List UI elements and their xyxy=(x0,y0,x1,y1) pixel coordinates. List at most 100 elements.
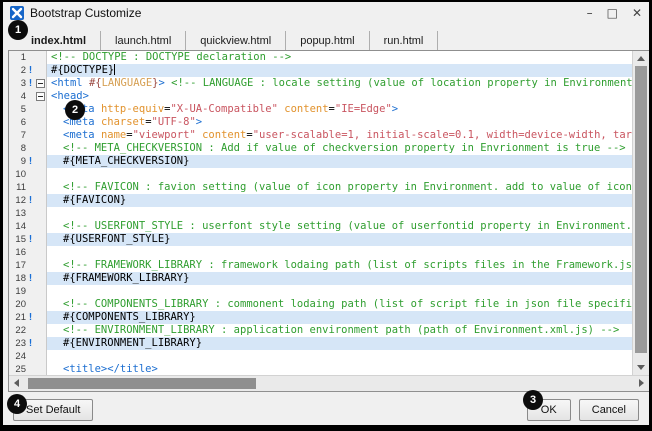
code-token: #{ENVIRONMENT_LIBRARY} xyxy=(63,337,202,349)
vertical-scroll-thumb[interactable] xyxy=(635,66,647,353)
gutter-row: 20 xyxy=(9,298,46,311)
warning-bang-icon: ! xyxy=(26,195,35,206)
code-line-21[interactable]: #{COMPONENTS_LIBRARY} xyxy=(47,311,632,324)
code-line-6[interactable]: <meta charset="UTF-8"> xyxy=(47,116,632,129)
code-line-16[interactable] xyxy=(47,246,632,259)
code-line-25[interactable]: <title></title> xyxy=(47,363,632,375)
gutter-row: 1 xyxy=(9,51,46,64)
code-token: #{COMPONENTS_LIBRARY} xyxy=(63,311,196,323)
code-line-23[interactable]: #{ENVIRONMENT_LIBRARY} xyxy=(47,337,632,350)
code-token: content xyxy=(202,129,246,141)
code-token: charset xyxy=(101,116,145,128)
code-line-15[interactable]: #{USERFONT_STYLE} xyxy=(47,233,632,246)
code-line-18[interactable]: #{FRAMEWORK_LIBRARY} xyxy=(47,272,632,285)
window-title: Bootstrap Customize xyxy=(30,6,141,20)
code-line-19[interactable] xyxy=(47,285,632,298)
window-controls: – □ ✕ xyxy=(587,7,642,19)
gutter-row: 21! xyxy=(9,311,46,324)
scroll-down-icon[interactable] xyxy=(637,365,645,370)
line-number: 2 xyxy=(9,65,26,76)
warning-bang-icon: ! xyxy=(26,234,35,245)
cancel-button[interactable]: Cancel xyxy=(579,399,639,421)
annotation-badge-2: 2 xyxy=(65,100,85,120)
code-token: <html xyxy=(51,77,83,89)
minimize-icon[interactable]: – xyxy=(587,7,593,19)
line-number: 7 xyxy=(9,130,26,141)
code-line-2[interactable]: #{DOCTYPE} xyxy=(47,64,632,77)
fold-collapse-icon[interactable] xyxy=(35,79,46,88)
line-number: 22 xyxy=(9,325,26,336)
code-token: <!-- USERFONT_STYLE : userfont style set… xyxy=(63,220,632,232)
horizontal-scrollbar[interactable] xyxy=(9,375,649,391)
code-editor[interactable]: 12!3!456789!101112!131415!161718!192021!… xyxy=(8,50,650,392)
warning-bang-icon: ! xyxy=(26,273,35,284)
vertical-scrollbar[interactable] xyxy=(632,51,649,375)
gutter-row: 6 xyxy=(9,116,46,129)
tab-bar: index.htmllaunch.htmlquickview.htmlpopup… xyxy=(8,25,644,50)
fold-collapse-icon[interactable] xyxy=(35,92,46,101)
line-number: 4 xyxy=(9,91,26,102)
scroll-up-icon[interactable] xyxy=(637,56,645,61)
horizontal-scroll-thumb[interactable] xyxy=(28,378,256,389)
gutter-row: 3! xyxy=(9,77,46,90)
code-token: "viewport" xyxy=(133,129,196,141)
line-number: 17 xyxy=(9,260,26,271)
text-caret xyxy=(114,64,115,75)
line-number: 25 xyxy=(9,364,26,375)
code-token: #{USERFONT_STYLE} xyxy=(63,233,170,245)
code-line-14[interactable]: <!-- USERFONT_STYLE : userfont style set… xyxy=(47,220,632,233)
code-line-10[interactable] xyxy=(47,168,632,181)
code-token: <!-- DOCTYPE : DOCTYPE declaration --> xyxy=(51,51,291,63)
code-line-9[interactable]: #{META_CHECKVERSION} xyxy=(47,155,632,168)
gutter-row: 2! xyxy=(9,64,46,77)
gutter-row: 10 xyxy=(9,168,46,181)
ok-cancel-group: OK Cancel xyxy=(527,399,639,421)
code-line-17[interactable]: <!-- FRAMEWORK_LIBRARY : framework lodai… xyxy=(47,259,632,272)
tab-popup-html[interactable]: popup.html xyxy=(286,31,369,50)
code-token: "user-scalable=1, initial-scale=0.1, wid… xyxy=(253,129,632,141)
code-line-5[interactable]: <meta http-equiv="X-UA-Compatible" conte… xyxy=(47,103,632,116)
line-number: 16 xyxy=(9,247,26,258)
gutter-row: 13 xyxy=(9,207,46,220)
line-number: 21 xyxy=(9,312,26,323)
gutter-row: 18! xyxy=(9,272,46,285)
gutter-row: 12! xyxy=(9,194,46,207)
line-number: 15 xyxy=(9,234,26,245)
annotation-badge-1: 1 xyxy=(8,20,28,40)
line-number: 13 xyxy=(9,208,26,219)
code-token: <!-- FAVICON : favion setting (value of … xyxy=(63,181,632,193)
tab-run-html[interactable]: run.html xyxy=(370,31,439,50)
tab-index-html[interactable]: index.html xyxy=(17,31,101,50)
gutter-row: 19 xyxy=(9,285,46,298)
warning-bang-icon: ! xyxy=(26,312,35,323)
code-line-7[interactable]: <meta name="viewport" content="user-scal… xyxy=(47,129,632,142)
line-number: 23 xyxy=(9,338,26,349)
code-line-20[interactable]: <!-- COMPONENTS_LIBRARY : commonent loda… xyxy=(47,298,632,311)
gutter-row: 11 xyxy=(9,181,46,194)
line-number: 10 xyxy=(9,169,26,180)
maximize-icon[interactable]: □ xyxy=(607,7,618,19)
code-token: <!-- ENVIRONMENT_LIBRARY : application e… xyxy=(63,324,619,336)
code-line-3[interactable]: <html #{LANGUAGE}> <!-- LANGUAGE : local… xyxy=(47,77,632,90)
code-line-11[interactable]: <!-- FAVICON : favion setting (value of … xyxy=(47,181,632,194)
code-token: #{FAVICON} xyxy=(63,194,126,206)
tab-quickview-html[interactable]: quickview.html xyxy=(186,31,286,50)
line-number: 12 xyxy=(9,195,26,206)
close-icon[interactable]: ✕ xyxy=(632,7,642,19)
scroll-right-icon[interactable] xyxy=(639,379,644,387)
code-token: #{FRAMEWORK_LIBRARY} xyxy=(63,272,189,284)
code-line-8[interactable]: <!-- META_CHECKVERSION : Add if value of… xyxy=(47,142,632,155)
code-line-22[interactable]: <!-- ENVIRONMENT_LIBRARY : application e… xyxy=(47,324,632,337)
code-area[interactable]: <!-- DOCTYPE : DOCTYPE declaration -->#{… xyxy=(47,51,632,375)
code-line-1[interactable]: <!-- DOCTYPE : DOCTYPE declaration --> xyxy=(47,51,632,64)
scroll-left-icon[interactable] xyxy=(14,379,19,387)
tab-launch-html[interactable]: launch.html xyxy=(101,31,186,50)
gutter-row: 5 xyxy=(9,103,46,116)
code-line-12[interactable]: #{FAVICON} xyxy=(47,194,632,207)
code-line-4[interactable]: <head> xyxy=(47,90,632,103)
warning-bang-icon: ! xyxy=(26,78,35,89)
line-number: 8 xyxy=(9,143,26,154)
bootstrap-customize-dialog: Bootstrap Customize – □ ✕ index.htmllaun… xyxy=(0,0,652,431)
code-line-13[interactable] xyxy=(47,207,632,220)
code-line-24[interactable] xyxy=(47,350,632,363)
